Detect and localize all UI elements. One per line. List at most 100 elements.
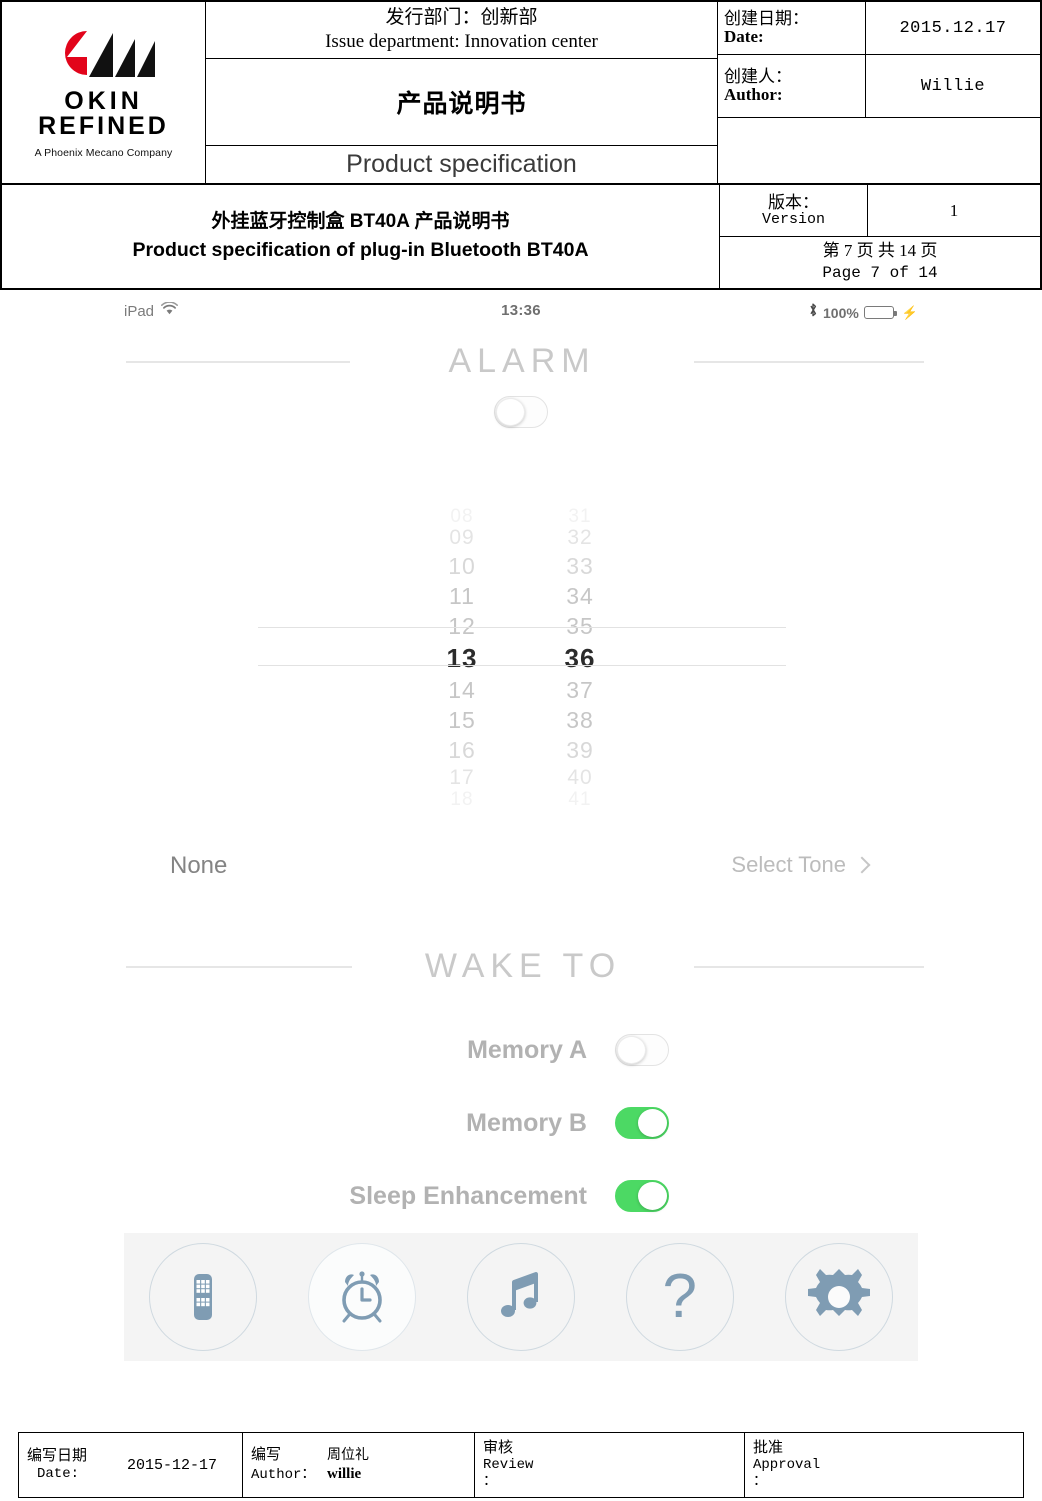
footer-author-label: 编写 周位礼 Author： willie: [251, 1446, 369, 1485]
version-label-en: Version: [761, 210, 825, 228]
logo-tagline: A Phoenix Mecano Company: [34, 146, 173, 159]
wake-to-section-title: WAKE TO: [424, 947, 622, 985]
page-number-cn: 第 7 页 共 14 页: [822, 241, 938, 261]
footer-review-cell: 审核 Review ：: [475, 1433, 745, 1497]
okin-logo-mark: [45, 27, 163, 87]
minute-item[interactable]: 31: [537, 507, 623, 526]
hour-wheel[interactable]: 08 09 10 11 12 13 14 15 16 17 18: [419, 507, 505, 809]
bluetooth-icon: [808, 302, 818, 323]
battery-icon: [863, 306, 897, 319]
logo-brand-okin: OKIN: [64, 86, 143, 115]
ios-status-bar: iPad 13:36 100% ⚡: [0, 301, 1042, 326]
document-header-table: OKIN REFINED A Phoenix Mecano Company 发行…: [0, 0, 1042, 290]
hour-item-selected[interactable]: 13: [419, 641, 505, 675]
select-tone-label: Select Tone: [731, 852, 846, 877]
wake-row-memory-b: Memory B: [0, 1102, 1042, 1144]
memory-b-label: Memory B: [466, 1108, 587, 1137]
memory-a-toggle[interactable]: [615, 1034, 669, 1066]
wake-to-section-header: WAKE TO: [0, 947, 1042, 986]
hour-item[interactable]: 10: [419, 551, 505, 581]
footer-date-cell: 编写日期 Date: 2015-12-17: [19, 1433, 243, 1497]
author-row: 创建人： Author: Willie: [718, 55, 1040, 118]
date-label: 创建日期： Date:: [718, 2, 866, 54]
remote-icon: [172, 1266, 234, 1328]
minute-item[interactable]: 37: [537, 675, 623, 705]
minute-item-selected[interactable]: 36: [537, 641, 623, 675]
footer-review-label-en: Review: [483, 1457, 534, 1474]
hour-item[interactable]: 16: [419, 735, 505, 765]
document-title-cn: 外挂蓝牙控制盒 BT40A 产品说明书: [211, 210, 510, 232]
question-mark-icon: ?: [662, 1262, 698, 1331]
footer-author-label-cn: 编写: [251, 1446, 282, 1463]
sleep-enhancement-label: Sleep Enhancement: [349, 1181, 587, 1210]
alarm-tone-row: None Select Tone: [0, 852, 1042, 892]
settings-tab-button[interactable]: [784, 1243, 893, 1351]
alarm-tab-button[interactable]: [308, 1243, 417, 1351]
document-title-en: Product specification of plug-in Bluetoo…: [132, 239, 589, 262]
hour-item[interactable]: 09: [419, 525, 505, 551]
footer-review-label-cn: 审核: [483, 1440, 514, 1457]
chevron-right-icon: [853, 856, 871, 874]
sleep-enhancement-toggle[interactable]: [615, 1180, 669, 1212]
current-tone-label: None: [170, 852, 228, 879]
alarm-section-title: ALARM: [448, 342, 596, 380]
hour-item[interactable]: 18: [419, 790, 505, 809]
footer-date-label-cn: 编写日期: [27, 1447, 88, 1464]
help-tab-button[interactable]: ?: [625, 1243, 734, 1351]
hour-item[interactable]: 11: [419, 581, 505, 611]
issue-department-cell: 发行部门：创新部 Issue department: Innovation ce…: [206, 2, 717, 59]
hour-item[interactable]: 14: [419, 675, 505, 705]
minute-item[interactable]: 39: [537, 735, 623, 765]
minute-item[interactable]: 32: [537, 525, 623, 551]
footer-author-cn: 周位礼: [327, 1447, 369, 1464]
minute-item[interactable]: 40: [537, 765, 623, 791]
alarm-section-header: ALARM: [0, 342, 1042, 381]
memory-b-toggle[interactable]: [615, 1107, 669, 1139]
app-bottom-toolbar: ?: [124, 1233, 918, 1361]
okin-mark-svg: [64, 30, 155, 77]
page-number-cell: 第 7 页 共 14 页 Page 7 of 14: [720, 237, 1040, 288]
logo-brand-refined: REFINED: [38, 112, 169, 140]
version-label-cn: 版本：: [768, 192, 819, 212]
gear-icon: [807, 1265, 871, 1329]
header-blank-cell: [718, 118, 866, 183]
hour-item[interactable]: 15: [419, 705, 505, 735]
date-row: 创建日期： Date: 2015.12.17: [718, 2, 1040, 55]
minute-item[interactable]: 33: [537, 551, 623, 581]
picker-selection-line-bottom: [258, 665, 786, 666]
doc-type-en: Product specification: [346, 150, 577, 178]
alarm-rule-left: [126, 360, 350, 363]
status-bar-right: 100% ⚡: [808, 302, 918, 323]
minute-item[interactable]: 38: [537, 705, 623, 735]
wake-row-memory-a: Memory A: [0, 1029, 1042, 1071]
author-label-cn: 创建人：: [724, 67, 792, 87]
minute-item[interactable]: 41: [537, 790, 623, 809]
footer-approval-cell: 批准 Approval ：: [745, 1433, 1023, 1497]
doc-type-cn: 产品说明书: [396, 91, 527, 118]
footer-author-cell: 编写 周位礼 Author： willie: [243, 1433, 475, 1497]
memory-a-label: Memory A: [467, 1035, 587, 1064]
header-middle-column: 发行部门：创新部 Issue department: Innovation ce…: [206, 2, 718, 183]
doc-type-en-cell: Product specification: [206, 146, 717, 183]
alarm-rule-right: [694, 360, 925, 363]
version-value: 1: [949, 200, 959, 220]
select-tone-button[interactable]: Select Tone: [731, 852, 871, 878]
version-label: 版本： Version: [720, 185, 868, 236]
battery-percent: 100%: [823, 304, 859, 321]
hour-item[interactable]: 12: [419, 611, 505, 641]
alarm-time-picker[interactable]: 08 09 10 11 12 13 14 15 16 17 18 31 32 3…: [0, 507, 1042, 809]
hour-item[interactable]: 17: [419, 765, 505, 791]
alarm-master-toggle[interactable]: [494, 396, 548, 428]
hour-item[interactable]: 08: [419, 507, 505, 526]
author-label: 创建人： Author:: [718, 55, 866, 117]
remote-tab-button[interactable]: [149, 1243, 258, 1351]
alarm-clock-icon: [331, 1266, 393, 1328]
music-tab-button[interactable]: [466, 1243, 575, 1351]
minute-wheel[interactable]: 31 32 33 34 35 36 37 38 39 40 41: [537, 507, 623, 809]
footer-date-value: 2015-12-17: [127, 1456, 218, 1474]
minute-item[interactable]: 34: [537, 581, 623, 611]
minute-item[interactable]: 35: [537, 611, 623, 641]
footer-author-en: willie: [327, 1466, 362, 1482]
footer-approval-colon: ：: [753, 1474, 767, 1490]
header-blank-row: [718, 118, 1040, 183]
